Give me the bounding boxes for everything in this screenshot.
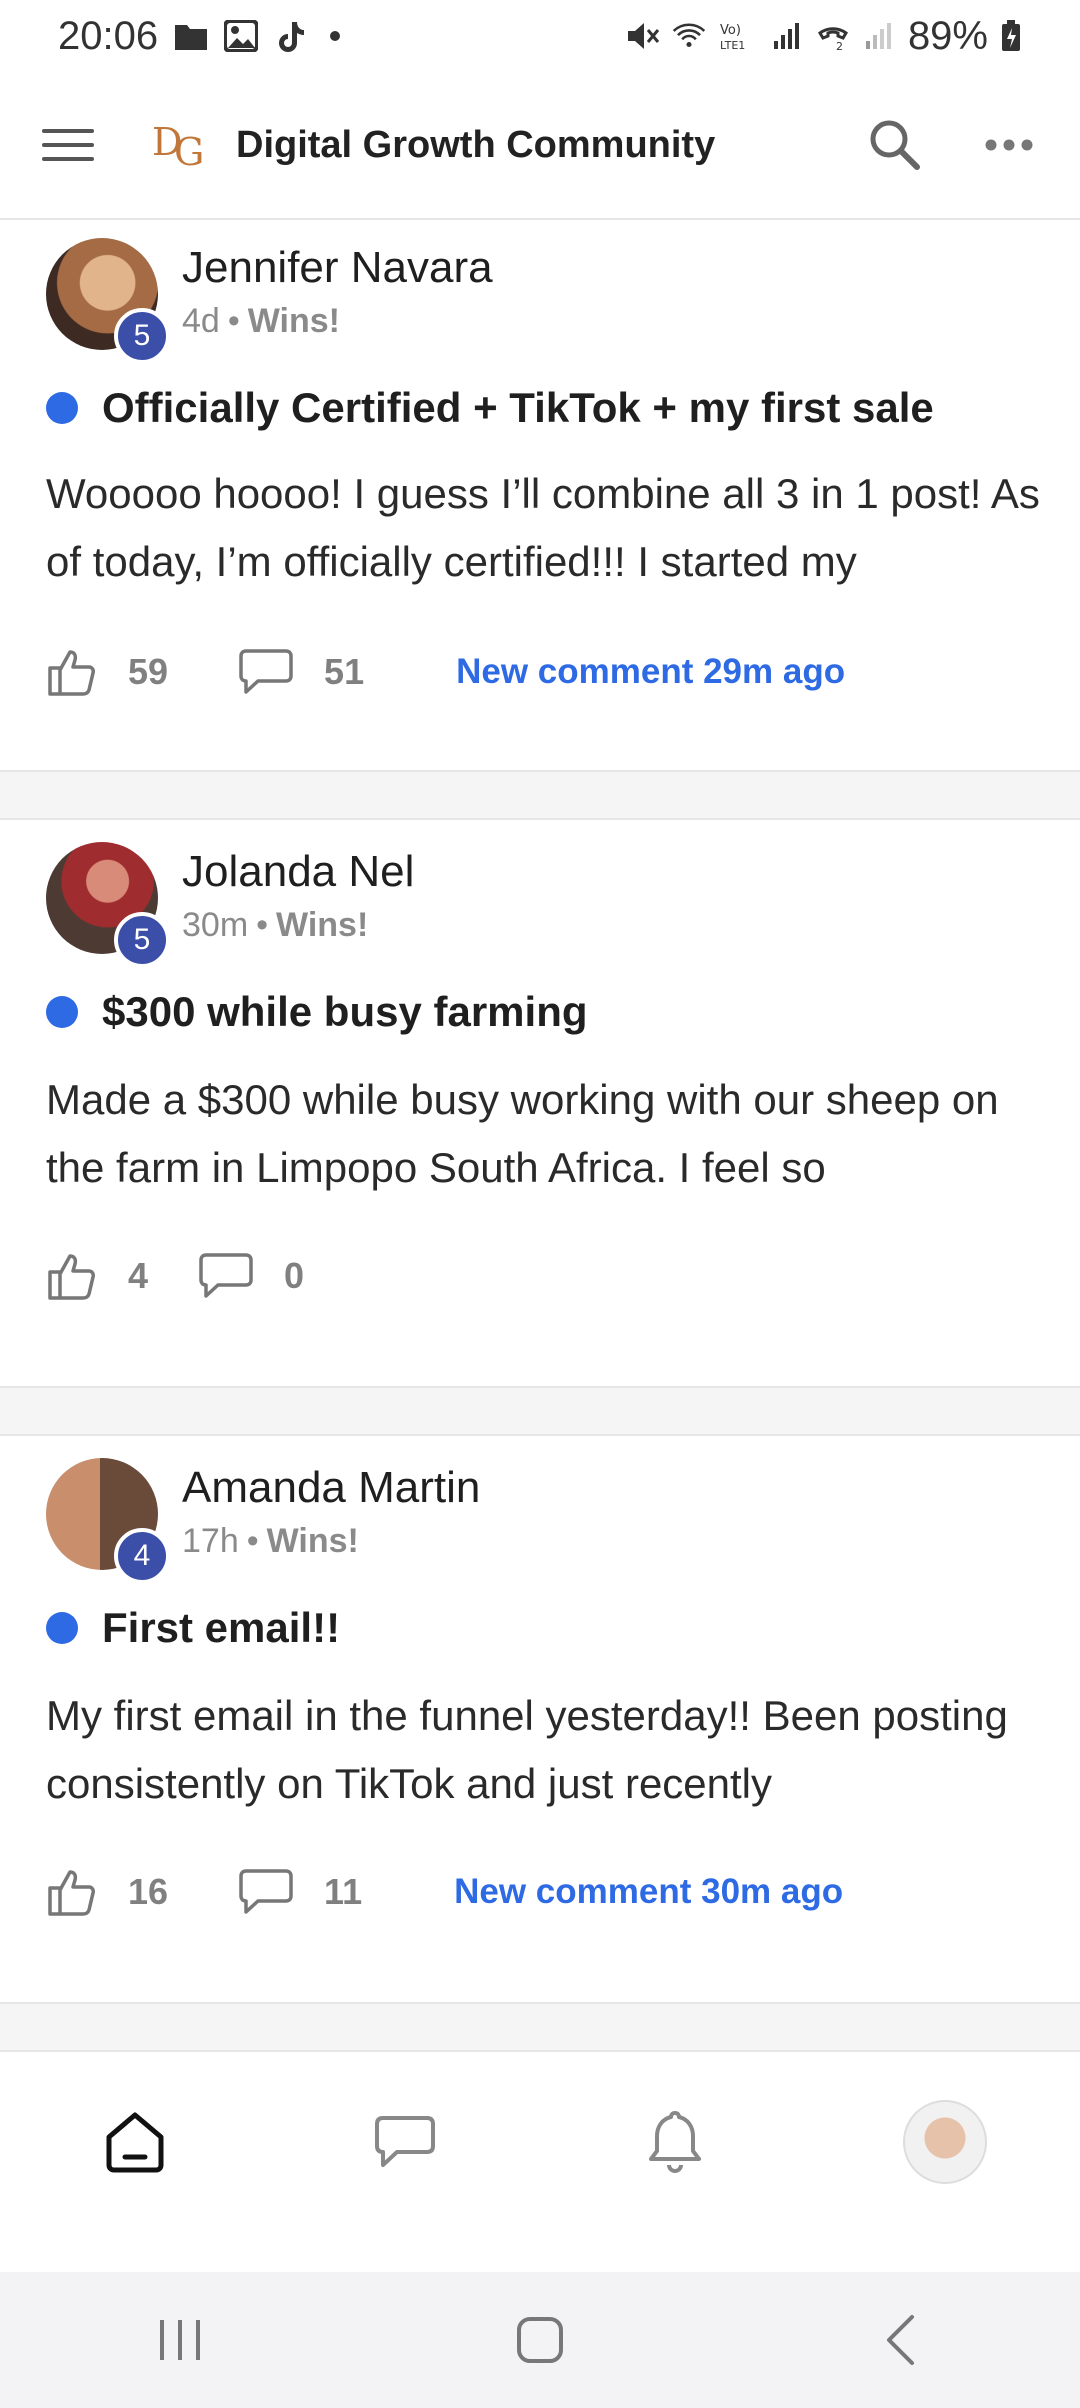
post-time: 17h — [182, 1522, 239, 1560]
home-icon[interactable] — [85, 2092, 185, 2192]
like-count: 4 — [128, 1255, 149, 1296]
back-icon[interactable] — [850, 2290, 950, 2390]
folder-icon — [174, 19, 208, 53]
new-comment-link[interactable]: New comment 29m ago — [456, 652, 845, 692]
author-name[interactable]: Jolanda Nel — [182, 846, 414, 898]
search-icon[interactable] — [866, 116, 924, 174]
call-icon: 2 — [816, 19, 850, 53]
app-bar: D G Digital Growth Community — [0, 72, 1080, 220]
like-button[interactable]: 59 — [46, 646, 168, 698]
post-card[interactable]: 4 Amanda Martin 17h • Wins! First email!! … — [0, 1434, 1080, 2004]
post-category[interactable]: Wins! — [248, 302, 340, 340]
author-avatar[interactable]: 5 — [46, 842, 170, 968]
bottom-navigation — [0, 2050, 1080, 2272]
system-navigation-bar — [0, 2272, 1080, 2408]
battery-level: 89% — [907, 13, 988, 58]
svg-text:G: G — [174, 130, 202, 174]
thumbs-up-icon — [48, 1870, 95, 1916]
recent-apps-icon[interactable] — [130, 2290, 230, 2390]
comment-button[interactable]: 0 — [198, 1252, 304, 1300]
screen: 20:06 Vo) LTE1 2 89% D G Digital Growth … — [0, 0, 1080, 2408]
volte-icon: Vo) LTE1 — [718, 19, 758, 53]
post-title-row[interactable]: $300 while busy farming — [46, 988, 588, 1036]
signal-icon — [770, 19, 804, 53]
profile-avatar-image — [903, 2100, 987, 2184]
post-category[interactable]: Wins! — [276, 906, 368, 944]
post-category[interactable]: Wins! — [267, 1522, 359, 1560]
wifi-icon — [672, 19, 706, 53]
post-footer: 59 51 New comment 29m ago — [46, 646, 845, 698]
comment-icon — [239, 649, 293, 694]
post-header: 5 Jolanda Nel 30m • Wins! — [46, 842, 414, 968]
dot-icon — [330, 31, 341, 41]
unread-dot-icon — [46, 392, 78, 424]
level-badge: 5 — [114, 912, 170, 968]
status-bar: 20:06 Vo) LTE1 2 89% — [0, 0, 1080, 72]
post-feed: 5 Jennifer Navara 4d • Wins! Officially Ce… — [0, 220, 1080, 2050]
author-avatar[interactable]: 5 — [46, 238, 170, 364]
level-badge: 4 — [114, 1528, 170, 1584]
new-comment-link[interactable]: New comment 30m ago — [454, 1872, 843, 1912]
thumbs-up-icon — [48, 1254, 95, 1300]
post-excerpt: Made a $300 while busy working with our … — [46, 1076, 999, 1191]
unread-dot-icon — [46, 1612, 78, 1644]
comment-count: 11 — [324, 1871, 363, 1912]
community-title: Digital Growth Community — [236, 123, 716, 166]
post-footer: 16 11 New comment 30m ago — [46, 1866, 843, 1918]
menu-icon[interactable] — [42, 119, 94, 171]
bell-icon[interactable] — [625, 2092, 725, 2192]
post-meta: 4d • Wins! — [182, 302, 493, 341]
thumbs-up-icon — [48, 650, 95, 696]
post-card[interactable]: 5 Jennifer Navara 4d • Wins! Officially Ce… — [0, 220, 1080, 772]
comment-count: 0 — [284, 1255, 305, 1296]
more-options-icon[interactable] — [980, 116, 1038, 174]
comment-icon — [239, 1869, 293, 1914]
battery-icon — [1000, 19, 1022, 53]
image-icon — [224, 19, 259, 53]
post-footer: 4 0 — [46, 1250, 304, 1302]
post-excerpt: My first email in the funnel yesterday!!… — [46, 1692, 1008, 1807]
post-title: Officially Certified + TikTok + my first… — [102, 384, 934, 431]
unread-dot-icon — [46, 996, 78, 1028]
like-button[interactable]: 16 — [46, 1866, 168, 1918]
post-title-row[interactable]: First email!! — [46, 1604, 340, 1652]
meta-separator: • — [256, 906, 269, 944]
comment-icon — [199, 1253, 253, 1298]
post-header: 4 Amanda Martin 17h • Wins! — [46, 1458, 480, 1584]
post-title: $300 while busy farming — [102, 988, 588, 1035]
post-header: 5 Jennifer Navara 4d • Wins! — [46, 238, 493, 364]
home-button-icon[interactable] — [490, 2290, 590, 2390]
post-meta: 30m • Wins! — [182, 906, 414, 945]
like-button[interactable]: 4 — [46, 1250, 148, 1302]
comment-button[interactable]: 51 — [238, 648, 364, 696]
mute-icon — [626, 19, 660, 53]
like-count: 59 — [128, 651, 169, 692]
comment-count: 51 — [324, 651, 365, 692]
level-badge: 5 — [114, 308, 170, 364]
svg-text:Vo): Vo) — [720, 23, 741, 38]
meta-separator: • — [227, 302, 240, 340]
chat-icon[interactable] — [355, 2092, 455, 2192]
signal-weak-icon — [862, 19, 896, 53]
comment-button[interactable]: 11 — [238, 1868, 362, 1916]
author-name[interactable]: Jennifer Navara — [182, 242, 493, 294]
like-count: 16 — [128, 1871, 169, 1912]
post-card[interactable]: 5 Jolanda Nel 30m • Wins! $300 while busy … — [0, 818, 1080, 1388]
post-excerpt: Wooooo hoooo! I guess I’ll combine all 3… — [46, 470, 1040, 585]
post-time: 30m — [182, 906, 249, 944]
author-name[interactable]: Amanda Martin — [182, 1462, 480, 1514]
author-avatar[interactable]: 4 — [46, 1458, 170, 1584]
meta-separator: • — [246, 1522, 259, 1560]
post-meta: 17h • Wins! — [182, 1522, 480, 1561]
post-title: First email!! — [102, 1604, 341, 1651]
post-time: 4d — [182, 302, 220, 340]
status-time: 20:06 — [58, 13, 159, 58]
tiktok-icon — [274, 19, 308, 53]
profile-avatar[interactable] — [895, 2092, 995, 2192]
post-title-row[interactable]: Officially Certified + TikTok + my first… — [46, 384, 934, 432]
svg-text:LTE1: LTE1 — [720, 39, 745, 52]
community-logo: D G — [150, 115, 210, 175]
svg-text:2: 2 — [836, 40, 843, 51]
